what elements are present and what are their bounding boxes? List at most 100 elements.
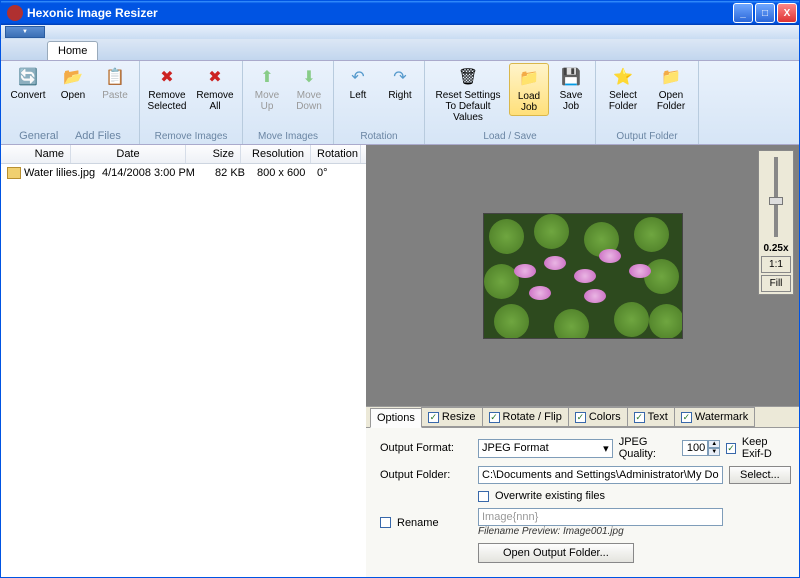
group-label-remove: Remove Images: [144, 131, 238, 142]
rotate-right-icon: ↷: [388, 65, 412, 89]
image-file-icon: [7, 167, 21, 179]
filename-preview: Filename Preview: Image001.jpg: [478, 526, 791, 537]
folder-open-icon: 📂: [61, 65, 85, 89]
menubar: ▼: [1, 25, 799, 39]
paste-button[interactable]: 📋Paste: [95, 63, 135, 103]
preview-area: 0.25x 1:1 Fill: [366, 145, 799, 406]
remove-all-icon: ✖: [203, 65, 227, 89]
group-label-rotation: Rotation: [338, 131, 420, 142]
rename-checkbox[interactable]: [380, 517, 391, 528]
folder-open-icon: 📁: [659, 65, 683, 89]
jpeg-quality-input[interactable]: [682, 440, 708, 456]
watermark-checkbox[interactable]: ✓: [681, 412, 692, 423]
group-label-outfolder: Output Folder: [600, 131, 694, 142]
save-job-button[interactable]: 💾Save Job: [551, 63, 591, 114]
tab-colors[interactable]: ✓Colors: [568, 407, 628, 427]
file-list: Name Date Size Resolution Rotation Water…: [1, 145, 366, 577]
col-resolution[interactable]: Resolution: [241, 145, 311, 163]
rotate-right-button[interactable]: ↷Right: [380, 63, 420, 103]
close-button[interactable]: X: [777, 3, 797, 23]
file-row[interactable]: Water lilies.jpg 4/14/2008 3:00 PM 82 KB…: [1, 164, 366, 182]
col-date[interactable]: Date: [71, 145, 186, 163]
bottom-tabs: Options ✓Resize ✓Rotate / Flip ✓Colors ✓…: [366, 406, 799, 428]
titlebar: Hexonic Image Resizer _ □ X: [1, 1, 799, 25]
group-label-move: Move Images: [247, 131, 329, 142]
remove-all-button[interactable]: ✖Remove All: [192, 63, 238, 114]
text-checkbox[interactable]: ✓: [634, 412, 645, 423]
move-up-button[interactable]: ⬆Move Up: [247, 63, 287, 114]
keep-exif-checkbox[interactable]: ✓: [726, 443, 736, 454]
resize-checkbox[interactable]: ✓: [428, 412, 439, 423]
select-folder-button[interactable]: ⭐Select Folder: [600, 63, 646, 114]
rotate-left-button[interactable]: ↶Left: [338, 63, 378, 103]
open-button[interactable]: 📂Open: [53, 63, 93, 103]
tab-options[interactable]: Options: [370, 408, 422, 428]
convert-icon: 🔄: [16, 65, 40, 89]
window-title: Hexonic Image Resizer: [27, 6, 733, 20]
spin-down-icon[interactable]: ▼: [708, 448, 720, 456]
jpeg-quality-label: JPEG Quality:: [619, 436, 677, 460]
zoom-thumb[interactable]: [769, 197, 783, 205]
jpeg-quality-spinner[interactable]: ▲▼: [682, 440, 720, 456]
rotate-checkbox[interactable]: ✓: [489, 412, 500, 423]
zoom-control: 0.25x 1:1 Fill: [758, 150, 794, 295]
options-panel: Output Format: JPEG Format▾ JPEG Quality…: [366, 428, 799, 577]
ribbon-tabs: Home: [1, 39, 799, 61]
group-label-addfiles: Add Files: [75, 130, 121, 142]
chevron-down-icon: ▾: [603, 442, 609, 455]
zoom-1to1-button[interactable]: 1:1: [761, 256, 791, 273]
rotate-left-icon: ↶: [346, 65, 370, 89]
folder-icon: 📁: [517, 66, 541, 90]
keep-exif-label: Keep Exif-D: [742, 436, 791, 460]
output-folder-label: Output Folder:: [380, 469, 470, 481]
zoom-slider[interactable]: [774, 157, 778, 237]
colors-checkbox[interactable]: ✓: [575, 412, 586, 423]
remove-selected-button[interactable]: ✖Remove Selected: [144, 63, 190, 114]
tab-resize[interactable]: ✓Resize: [421, 407, 483, 427]
select-folder-btn[interactable]: Select...: [729, 466, 791, 484]
minimize-button[interactable]: _: [733, 3, 753, 23]
col-name[interactable]: Name: [1, 145, 71, 163]
zoom-fill-button[interactable]: Fill: [761, 275, 791, 292]
output-format-label: Output Format:: [380, 442, 470, 454]
maximize-button[interactable]: □: [755, 3, 775, 23]
ribbon: 🔄Convert 📂Open 📋Paste General Add Files …: [1, 61, 799, 145]
app-icon: [7, 5, 23, 21]
zoom-level: 0.25x: [763, 243, 788, 254]
app-menu-dropdown[interactable]: ▼: [5, 26, 45, 38]
arrow-down-icon: ⬇: [297, 65, 321, 89]
file-date: 4/14/2008 3:00 PM: [96, 166, 201, 180]
move-down-button[interactable]: ⬇Move Down: [289, 63, 329, 114]
overwrite-label: Overwrite existing files: [495, 490, 605, 502]
overwrite-checkbox[interactable]: [478, 491, 489, 502]
file-size: 82 KB: [201, 166, 251, 180]
tab-home[interactable]: Home: [47, 41, 98, 60]
col-size[interactable]: Size: [186, 145, 241, 163]
rename-label: Rename: [397, 517, 439, 529]
remove-icon: ✖: [155, 65, 179, 89]
output-folder-input[interactable]: [478, 466, 723, 484]
star-folder-icon: ⭐: [611, 65, 635, 89]
open-folder-button[interactable]: 📁Open Folder: [648, 63, 694, 114]
reset-icon: 🗑: [456, 65, 480, 89]
file-name: Water lilies.jpg: [24, 167, 95, 179]
convert-button[interactable]: 🔄Convert: [5, 63, 51, 103]
tab-rotate-flip[interactable]: ✓Rotate / Flip: [482, 407, 569, 427]
open-output-folder-button[interactable]: Open Output Folder...: [478, 543, 634, 563]
file-rotation: 0°: [311, 166, 351, 180]
file-resolution: 800 x 600: [251, 166, 311, 180]
group-label-loadsave: Load / Save: [429, 131, 591, 142]
spin-up-icon[interactable]: ▲: [708, 440, 720, 448]
paste-icon: 📋: [103, 65, 127, 89]
col-rotation[interactable]: Rotation: [311, 145, 361, 163]
save-icon: 💾: [559, 65, 583, 89]
preview-image: [483, 213, 683, 339]
tab-text[interactable]: ✓Text: [627, 407, 675, 427]
group-label-general: General: [19, 130, 58, 142]
load-job-button[interactable]: 📁Load Job: [509, 63, 549, 116]
rename-pattern-input: [478, 508, 723, 526]
output-format-select[interactable]: JPEG Format▾: [478, 439, 613, 458]
tab-watermark[interactable]: ✓Watermark: [674, 407, 755, 427]
file-list-header: Name Date Size Resolution Rotation: [1, 145, 366, 164]
reset-settings-button[interactable]: 🗑Reset Settings To Default Values: [429, 63, 507, 125]
